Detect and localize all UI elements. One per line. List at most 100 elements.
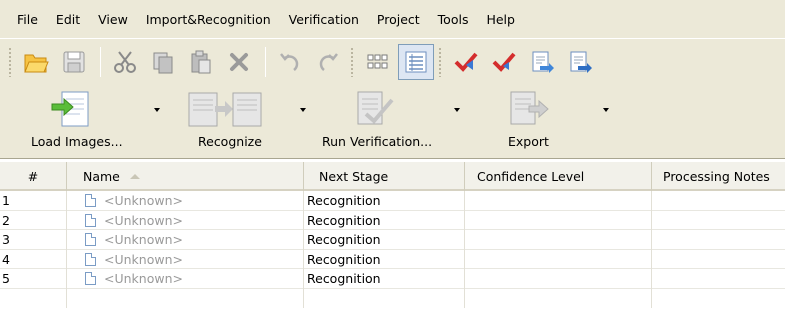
document-icon xyxy=(85,233,96,246)
cell-notes xyxy=(652,250,785,270)
toolbar-grip[interactable] xyxy=(8,46,12,77)
cut-icon xyxy=(114,50,136,73)
cell-name: <Unknown> xyxy=(67,210,304,230)
cell-name: <Unknown> xyxy=(67,230,304,250)
run-verification-label: Run Verification... xyxy=(322,134,433,149)
table-row[interactable]: 4 <Unknown> Recognition xyxy=(0,249,785,270)
sort-ascending-icon xyxy=(129,174,140,179)
load-images-label: Load Images... xyxy=(31,134,123,149)
cell-notes xyxy=(652,191,785,211)
recognize-button[interactable]: Recognize xyxy=(180,84,306,159)
run-verification-button[interactable]: Run Verification... xyxy=(320,84,460,159)
cell-number: 2 xyxy=(0,210,67,230)
delete-icon xyxy=(230,52,248,71)
menu-project[interactable]: Project xyxy=(368,10,429,30)
verify-next-button[interactable] xyxy=(486,44,522,80)
column-header-processing-notes[interactable]: Processing Notes xyxy=(652,162,785,191)
undo-button[interactable] xyxy=(272,44,308,80)
toolbar-separator xyxy=(265,46,266,77)
export-icon xyxy=(570,51,592,73)
column-header-name[interactable]: Name xyxy=(67,162,304,191)
recognize-label: Recognize xyxy=(198,134,262,149)
cell-notes xyxy=(652,269,785,289)
load-images-dropdown-arrow[interactable] xyxy=(154,108,160,112)
table-row-empty xyxy=(0,288,785,308)
cut-button[interactable] xyxy=(107,44,143,80)
thumbnails-view-icon xyxy=(367,54,388,68)
delete-button[interactable] xyxy=(221,44,257,80)
document-icon xyxy=(85,252,96,266)
cell-empty xyxy=(304,288,465,308)
recognize-icon xyxy=(188,92,262,127)
redo-icon xyxy=(319,52,338,71)
toolbar-grip[interactable] xyxy=(438,46,442,77)
cell-empty xyxy=(465,288,652,308)
details-view-button[interactable] xyxy=(398,43,434,80)
cell-number: 1 xyxy=(0,191,67,211)
table-header: # Name Next Stage Confidence Level Proce… xyxy=(0,162,785,191)
save-button[interactable] xyxy=(56,44,92,80)
export-label: Export xyxy=(508,134,549,149)
menu-help[interactable]: Help xyxy=(477,10,524,30)
import-button[interactable] xyxy=(524,44,560,80)
toolbar-grip[interactable] xyxy=(350,46,354,77)
cell-confidence xyxy=(465,210,652,230)
menu-edit[interactable]: Edit xyxy=(47,10,89,30)
verify-icon xyxy=(454,52,478,72)
paste-button[interactable] xyxy=(183,44,219,80)
copy-button[interactable] xyxy=(145,44,181,80)
paste-icon xyxy=(191,50,211,73)
cell-name-text: <Unknown> xyxy=(104,251,183,267)
menu-import-recognition[interactable]: Import&Recognition xyxy=(137,10,280,30)
cell-name-text: <Unknown> xyxy=(104,271,183,286)
task-toolbar: Load Images... Recognize Run Verificatio… xyxy=(0,84,785,159)
cell-number: 4 xyxy=(0,249,67,269)
export-task-icon xyxy=(510,91,549,125)
column-header-next-stage[interactable]: Next Stage xyxy=(304,162,465,191)
save-icon xyxy=(63,51,85,72)
column-header-confidence-level[interactable]: Confidence Level xyxy=(465,162,652,191)
menu-view[interactable]: View xyxy=(89,10,137,30)
cell-name-text: <Unknown> xyxy=(104,212,183,228)
cell-next-stage: Recognition xyxy=(304,269,465,289)
menu-verification[interactable]: Verification xyxy=(280,10,368,30)
load-images-icon xyxy=(51,91,89,127)
cell-confidence xyxy=(465,191,652,211)
menu-tools[interactable]: Tools xyxy=(429,10,478,30)
cell-next-stage: Recognition xyxy=(304,249,465,269)
run-verification-icon xyxy=(357,91,394,125)
cell-next-stage: Recognition xyxy=(304,191,465,211)
cell-name: <Unknown> xyxy=(67,249,304,269)
recognize-dropdown-arrow[interactable] xyxy=(300,108,306,112)
cell-name-text: <Unknown> xyxy=(104,193,183,208)
document-icon xyxy=(85,272,96,285)
menu-bar: File Edit View Import&Recognition Verifi… xyxy=(0,0,785,38)
open-folder-icon xyxy=(24,54,49,72)
cell-next-stage: Recognition xyxy=(304,230,465,250)
run-verification-dropdown-arrow[interactable] xyxy=(454,108,460,112)
cell-name: <Unknown> xyxy=(67,191,304,211)
cell-confidence xyxy=(465,230,652,250)
cell-confidence xyxy=(465,269,652,289)
redo-button[interactable] xyxy=(310,44,346,80)
column-header-number[interactable]: # xyxy=(0,162,67,191)
open-button[interactable] xyxy=(18,44,54,80)
load-images-button[interactable]: Load Images... xyxy=(20,84,170,159)
table-row[interactable]: 2 <Unknown> Recognition xyxy=(0,210,785,230)
table-row[interactable]: 5 <Unknown> Recognition xyxy=(0,269,785,289)
thumbnails-view-button[interactable] xyxy=(360,44,396,80)
export-dropdown-arrow[interactable] xyxy=(603,108,609,112)
document-icon xyxy=(85,213,96,227)
pages-table: # Name Next Stage Confidence Level Proce… xyxy=(0,162,785,308)
cell-next-stage: Recognition xyxy=(304,210,465,230)
toolbar-separator xyxy=(100,46,101,77)
verify-button[interactable] xyxy=(448,44,484,80)
table-row[interactable]: 3 <Unknown> Recognition xyxy=(0,230,785,250)
cell-name: <Unknown> xyxy=(67,269,304,289)
export-task-button[interactable]: Export xyxy=(505,84,615,159)
cell-name-text: <Unknown> xyxy=(104,232,183,247)
cell-notes xyxy=(652,230,785,250)
menu-file[interactable]: File xyxy=(8,10,47,30)
table-row[interactable]: 1 <Unknown> Recognition xyxy=(0,191,785,211)
export-button[interactable] xyxy=(562,44,598,80)
